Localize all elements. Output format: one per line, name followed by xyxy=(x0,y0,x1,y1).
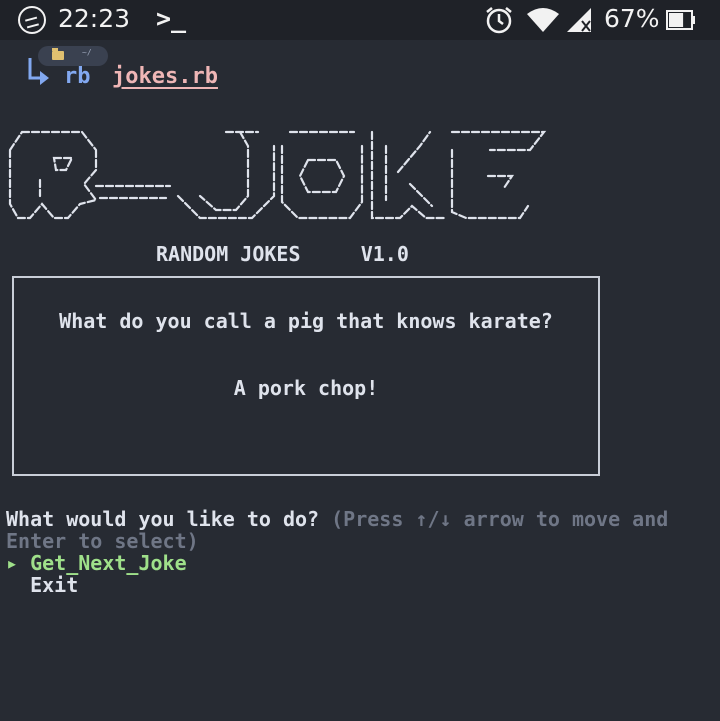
alarm-icon xyxy=(486,7,512,34)
joke-answer: A pork chop! xyxy=(233,376,379,400)
selection-pointer-icon: ▸ xyxy=(6,551,19,575)
battery-percent: 67% xyxy=(604,4,660,33)
menu-option-exit[interactable]: Exit xyxy=(6,574,78,596)
signal-icon xyxy=(567,8,591,32)
menu-option-label: Get_Next_Joke xyxy=(30,551,187,575)
menu-prompt: What would you like to do? (Press ↑/↓ ar… xyxy=(6,508,706,552)
directory-text: ~/ xyxy=(82,48,92,57)
menu-option-label: Exit xyxy=(30,573,79,597)
wifi-icon xyxy=(527,8,559,32)
menu-option-get-next-joke[interactable]: ▸ Get_Next_Joke xyxy=(6,552,187,574)
status-time: 22:23 xyxy=(58,4,131,33)
joke-box: What do you call a pig that knows karate… xyxy=(12,276,600,476)
prompt-command: rb xyxy=(64,64,91,89)
ascii-logo xyxy=(8,130,547,220)
app-icon xyxy=(18,6,46,34)
prompt-arrow-icon xyxy=(28,58,49,85)
prompt-file: jokes.rb xyxy=(112,64,218,89)
joke-question: What do you call a pig that knows karate… xyxy=(59,309,553,333)
app-title: RANDOM JOKES V1.0 xyxy=(156,242,409,266)
status-bar: 22:23 >_ 67% xyxy=(0,0,720,40)
menu-question: What would you like to do? xyxy=(6,507,320,531)
terminal-icon: >_ xyxy=(156,4,187,33)
battery-icon xyxy=(666,10,695,30)
